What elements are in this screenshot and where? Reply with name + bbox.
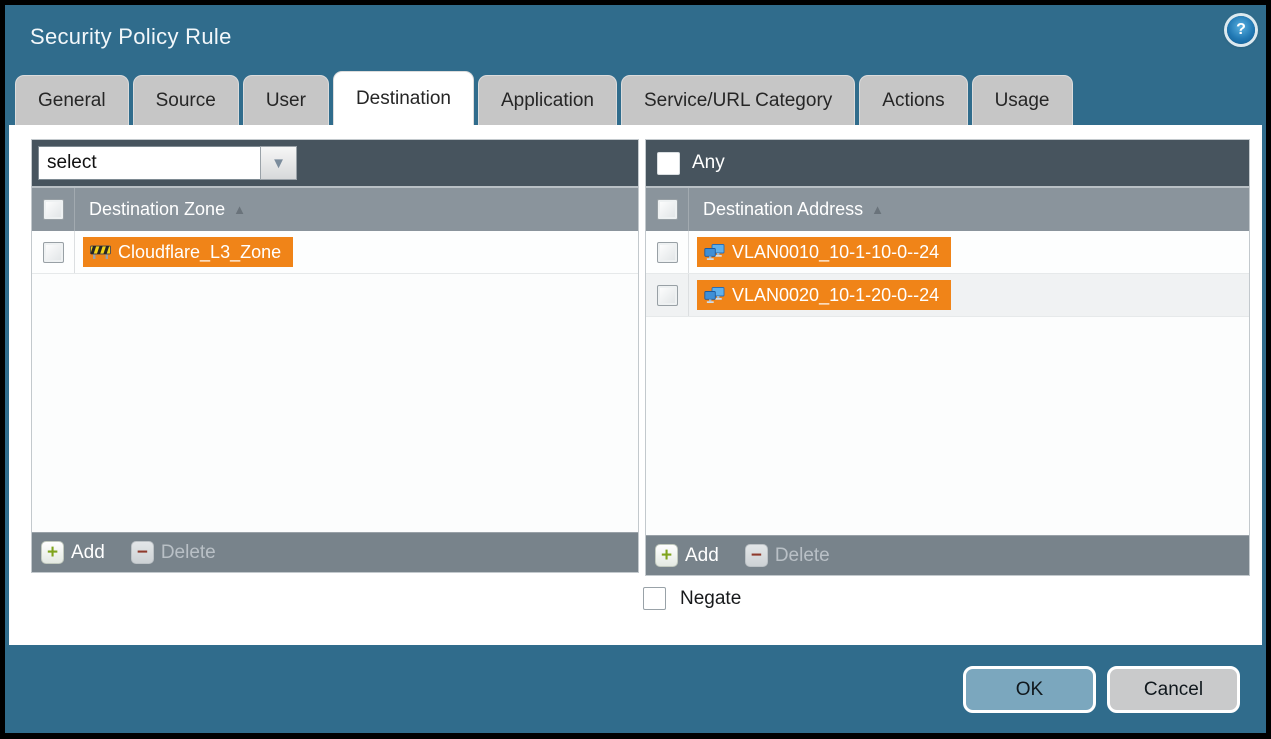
zone-select-combo: ▼ — [38, 146, 297, 180]
tab-usage[interactable]: Usage — [972, 75, 1073, 125]
address-column-title: Destination Address — [703, 199, 863, 220]
zone-row-label: Cloudflare_L3_Zone — [118, 242, 281, 263]
row-checkbox[interactable] — [657, 242, 678, 263]
tab-destination[interactable]: Destination — [333, 71, 474, 125]
address-select-all-checkbox[interactable] — [657, 199, 678, 220]
address-delete-button[interactable]: − Delete — [745, 544, 830, 567]
zone-icon — [90, 244, 111, 260]
tab-label: Source — [156, 90, 216, 112]
zone-column-title: Destination Zone — [89, 199, 225, 220]
address-column-header: Destination Address ▲ — [646, 188, 1249, 231]
tab-bar: General Source User Destination Applicat… — [15, 71, 1073, 125]
row-checkbox[interactable] — [43, 242, 64, 263]
zone-select-input[interactable] — [38, 146, 260, 180]
add-icon: + — [41, 541, 64, 564]
chevron-down-icon: ▼ — [271, 155, 286, 172]
ok-button[interactable]: OK — [963, 666, 1096, 713]
zone-add-label: Add — [71, 542, 105, 564]
tab-service-url-category[interactable]: Service/URL Category — [621, 75, 855, 125]
address-add-label: Add — [685, 545, 719, 567]
security-policy-rule-dialog: Security Policy Rule ? General Source Us… — [5, 5, 1266, 733]
tab-source[interactable]: Source — [133, 75, 239, 125]
sort-asc-icon: ▲ — [233, 202, 246, 217]
tab-actions[interactable]: Actions — [859, 75, 967, 125]
address-add-button[interactable]: + Add — [655, 544, 719, 567]
address-row-vlan0020-10-1-20-0-24[interactable]: VLAN0020_10-1-20-0--24 — [646, 274, 1249, 317]
destination-zone-panel: ▼ Destination Zone ▲ — [32, 140, 638, 572]
dialog-title: Security Policy Rule — [30, 24, 232, 50]
tab-label: General — [38, 90, 106, 112]
negate-label: Negate — [680, 588, 741, 610]
address-row-label: VLAN0010_10-1-10-0--24 — [732, 242, 939, 263]
zone-add-button[interactable]: + Add — [41, 541, 105, 564]
zone-footer: + Add − Delete — [32, 532, 638, 572]
any-checkbox[interactable] — [657, 152, 680, 175]
tab-user[interactable]: User — [243, 75, 329, 125]
tab-label: Actions — [882, 90, 944, 112]
sort-asc-icon: ▲ — [871, 202, 884, 217]
tab-label: Application — [501, 90, 594, 112]
address-sort-header[interactable]: Destination Address ▲ — [689, 199, 884, 220]
dialog-content: ▼ Destination Zone ▲ — [9, 125, 1262, 645]
any-label: Any — [692, 152, 725, 174]
tab-label: Usage — [995, 90, 1050, 112]
any-control: Any — [652, 152, 725, 175]
zone-delete-button[interactable]: − Delete — [131, 541, 216, 564]
cancel-button[interactable]: Cancel — [1107, 666, 1240, 713]
delete-icon: − — [131, 541, 154, 564]
address-row-label: VLAN0020_10-1-20-0--24 — [732, 285, 939, 306]
tab-general[interactable]: General — [15, 75, 129, 125]
zone-row-cloudflare-l3-zone[interactable]: Cloudflare_L3_Zone — [32, 231, 638, 274]
zone-select-dropdown-button[interactable]: ▼ — [260, 146, 297, 180]
zone-toolbar: ▼ — [32, 140, 638, 188]
help-icon[interactable]: ? — [1227, 16, 1255, 44]
network-address-icon — [704, 287, 725, 304]
negate-control: Negate — [643, 587, 741, 610]
negate-checkbox[interactable] — [643, 587, 666, 610]
address-toolbar: Any — [646, 140, 1249, 188]
tab-label: Destination — [356, 88, 451, 110]
address-delete-label: Delete — [775, 545, 830, 567]
tab-label: Service/URL Category — [644, 90, 832, 112]
destination-address-panel: Any Destination Address ▲ — [646, 140, 1249, 575]
address-row-vlan0010-10-1-10-0-24[interactable]: VLAN0010_10-1-10-0--24 — [646, 231, 1249, 274]
delete-icon: − — [745, 544, 768, 567]
address-list: VLAN0010_10-1-10-0--24 — [646, 231, 1249, 535]
zone-column-header: Destination Zone ▲ — [32, 188, 638, 231]
zone-list: Cloudflare_L3_Zone — [32, 231, 638, 532]
address-footer: + Add − Delete — [646, 535, 1249, 575]
tab-label: User — [266, 90, 306, 112]
zone-select-all-checkbox[interactable] — [43, 199, 64, 220]
add-icon: + — [655, 544, 678, 567]
network-address-icon — [704, 244, 725, 261]
tab-application[interactable]: Application — [478, 75, 617, 125]
zone-sort-header[interactable]: Destination Zone ▲ — [75, 199, 246, 220]
row-checkbox[interactable] — [657, 285, 678, 306]
zone-delete-label: Delete — [161, 542, 216, 564]
